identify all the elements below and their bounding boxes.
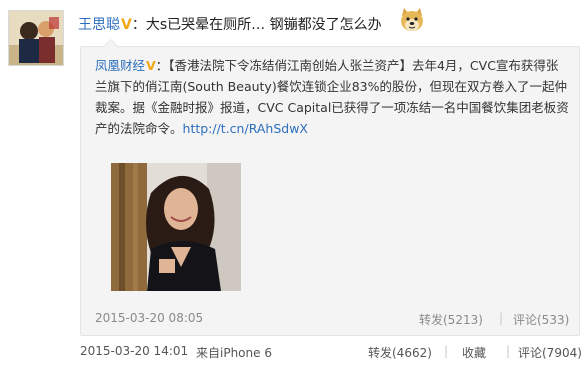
- repost-timestamp[interactable]: 2015-03-20 08:05: [95, 311, 203, 325]
- favorite-button[interactable]: 收藏: [462, 344, 486, 361]
- post-colon: ：: [131, 17, 146, 33]
- comment-button[interactable]: 评论(7904): [518, 344, 582, 361]
- repost-photo[interactable]: [111, 163, 241, 291]
- repost-short-link[interactable]: http://t.cn/RAhSdwX: [183, 121, 308, 136]
- repost-block: 凤凰财经V：【香港法院下令冻结俏江南创始人张兰资产】去年4月，CVC宣布获得张兰…: [80, 39, 580, 336]
- repost-verified-badge-icon: V: [146, 58, 156, 73]
- footer-divider: |: [444, 344, 449, 358]
- post-source[interactable]: 来自iPhone 6: [196, 344, 272, 361]
- avatar-image: [9, 11, 63, 65]
- repost-pointer: [103, 39, 119, 47]
- post-author-link[interactable]: 王思聪: [78, 17, 120, 33]
- post-text: 大s已哭晕在厕所… 钢镚都没了怎么办: [145, 17, 382, 33]
- repost-divider: |: [499, 311, 504, 325]
- verified-badge-icon: V: [121, 17, 132, 33]
- post-line: 王思聪V：大s已哭晕在厕所… 钢镚都没了怎么办: [78, 14, 382, 36]
- repost-forward-count-link[interactable]: 转发(5213): [419, 311, 483, 328]
- post-timestamp[interactable]: 2015-03-20 14:01: [80, 344, 188, 358]
- repost-comment-count-link[interactable]: 评论(533): [513, 311, 569, 328]
- repost-body: 凤凰财经V：【香港法院下令冻结俏江南创始人张兰资产】去年4月，CVC宣布获得张兰…: [95, 55, 569, 139]
- user-avatar[interactable]: [8, 10, 64, 66]
- repost-author-link[interactable]: 凤凰财经: [95, 58, 145, 73]
- footer-divider: |: [506, 344, 511, 358]
- repost-colon: ：: [155, 58, 169, 73]
- repost-button[interactable]: 转发(4662): [368, 344, 432, 361]
- doge-emoji-icon: [398, 6, 426, 34]
